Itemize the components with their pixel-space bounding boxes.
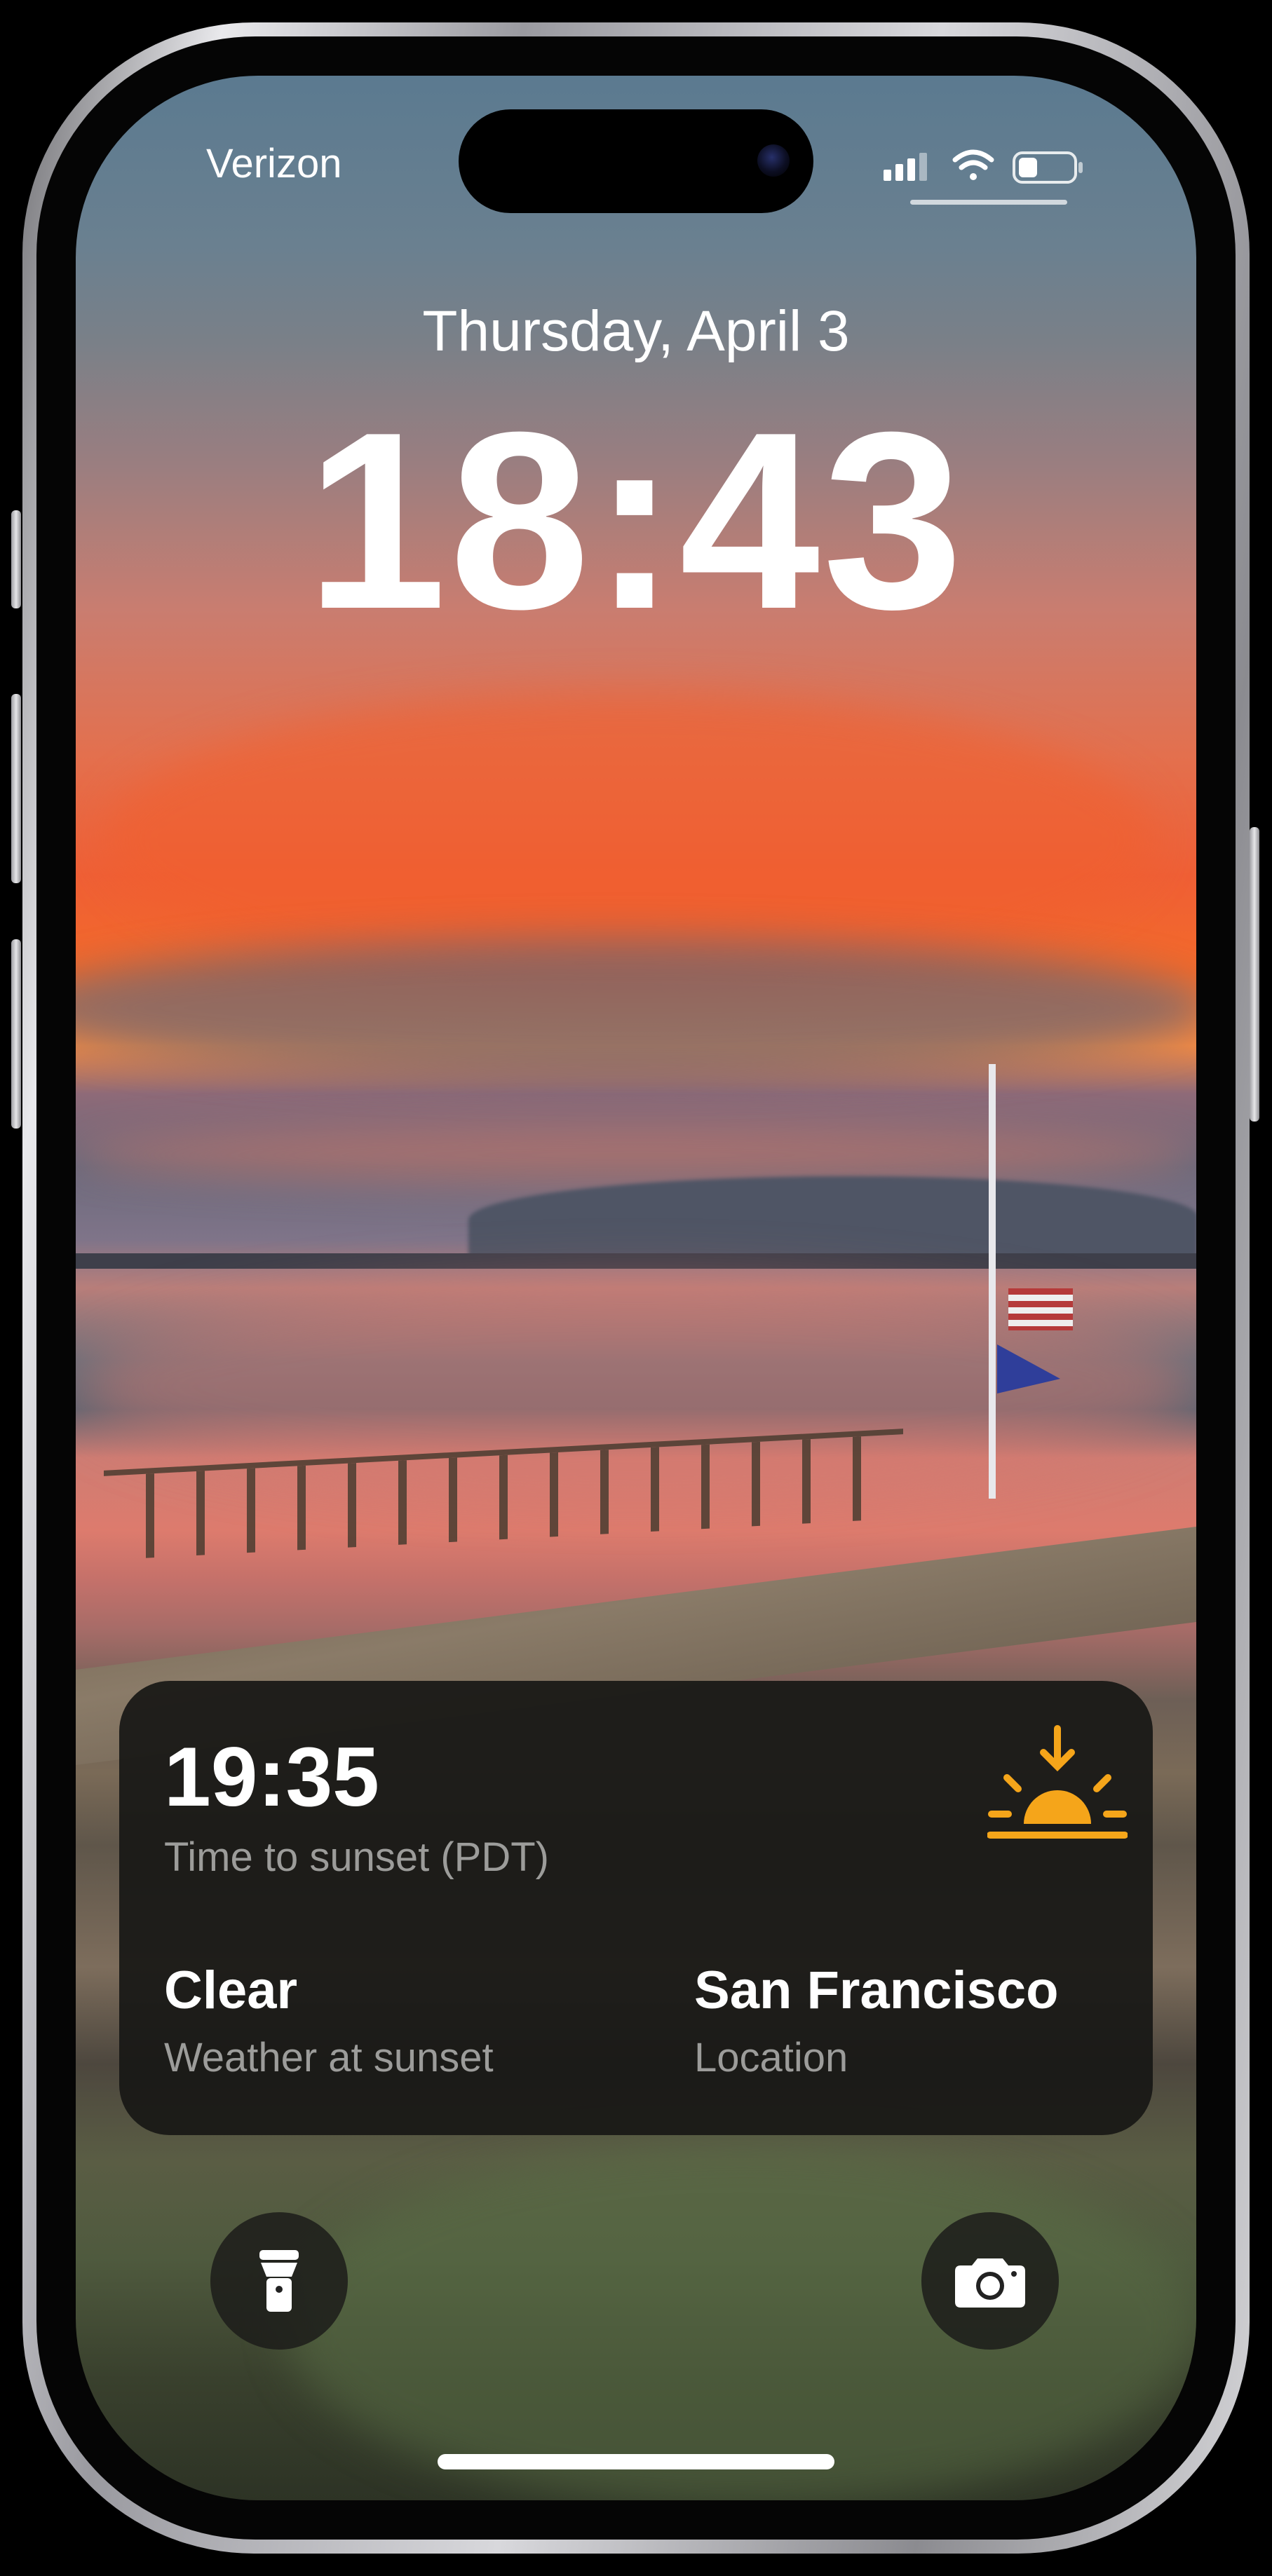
status-underline — [910, 200, 1067, 205]
sunset-time-caption: Time to sunset (PDT) — [164, 1834, 549, 1880]
location-caption: Location — [694, 2035, 848, 2080]
flashlight-icon — [259, 2250, 299, 2312]
home-indicator[interactable] — [438, 2454, 834, 2469]
cellular-signal-icon — [884, 153, 927, 181]
weather-value: Clear — [164, 1961, 298, 2020]
camera-icon — [955, 2258, 1025, 2308]
lock-time: 18:43 — [306, 380, 966, 662]
sunset-icon — [987, 1725, 1128, 1839]
sunset-widget[interactable]: 19:35 Time to sunset (PDT) Clear Weather… — [119, 1681, 1153, 2135]
carrier-label: Verizon — [206, 141, 342, 186]
wifi-icon — [952, 149, 994, 180]
weather-caption: Weather at sunset — [164, 2035, 494, 2080]
sunset-time-value: 19:35 — [164, 1730, 379, 1824]
wallpaper-cloud — [76, 1127, 1196, 1183]
volume-down-button[interactable] — [11, 939, 21, 1129]
lock-screen: Verizon Thursday, April 3 18:43 19:35 Ti… — [76, 76, 1196, 2500]
wallpaper-flag — [1008, 1288, 1073, 1330]
front-camera-icon — [757, 144, 790, 177]
wallpaper-bridge-deck — [76, 1253, 1196, 1269]
battery-icon — [1013, 151, 1083, 184]
status-icons — [884, 149, 1083, 184]
wallpaper-cloud — [76, 938, 1196, 1078]
volume-up-button[interactable] — [11, 694, 21, 883]
flashlight-button[interactable] — [210, 2212, 348, 2350]
status-bar: Verizon — [76, 76, 1196, 244]
dynamic-island — [459, 109, 813, 213]
lock-date: Thursday, April 3 — [422, 299, 850, 363]
wallpaper-flagpole — [989, 1064, 996, 1499]
action-button[interactable] — [11, 510, 21, 608]
wallpaper-grass — [286, 2144, 1196, 2500]
location-value: San Francisco — [694, 1961, 1059, 2020]
wallpaper-hills — [468, 1176, 1196, 1260]
camera-button[interactable] — [921, 2212, 1059, 2350]
side-button[interactable] — [1250, 827, 1259, 1122]
phone-device: Verizon Thursday, April 3 18:43 19:35 Ti… — [0, 0, 1272, 2576]
